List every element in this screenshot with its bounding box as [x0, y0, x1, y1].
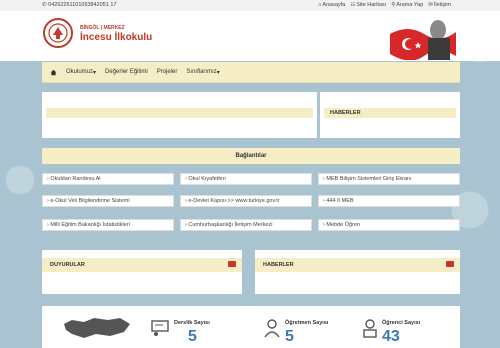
slider-area[interactable]	[42, 92, 317, 138]
nav-item-projeler[interactable]: Projeler	[157, 69, 178, 75]
site-header: BİNGÖL | MERKEZ İncesu İlkokulu	[0, 11, 500, 61]
news-panel-top: HABERLER	[320, 92, 460, 138]
nav-home-icon[interactable]	[50, 69, 57, 76]
turkey-map-icon	[64, 318, 130, 338]
home-icon: ⌂	[318, 2, 322, 8]
stat-teachers-label: Öğretmen Sayısı	[285, 320, 329, 326]
nav-item-okulumuz[interactable]: Okulumuz ▾	[66, 69, 96, 76]
teacher-icon	[264, 319, 280, 338]
student-icon	[363, 319, 377, 338]
stat-classrooms-value: 5	[188, 328, 197, 345]
announcements-panel: DUYURULAR	[42, 250, 242, 294]
sitemap-icon: ☷	[350, 2, 356, 8]
flag-portrait-image	[390, 20, 456, 60]
home-icon	[50, 69, 57, 75]
classroom-icon	[151, 320, 169, 336]
top-link-contact[interactable]: ✉ İletişim	[428, 2, 451, 8]
top-link-search[interactable]: ⚲ Arama Yap	[391, 2, 423, 8]
links-heading: Bağlantılar	[42, 148, 460, 164]
ministry-logo[interactable]	[42, 15, 74, 53]
phone-number: ✆ 04262261101053842051 17	[42, 2, 117, 8]
link-edevlet[interactable]: › e-Devlet Kapısı >> www.turkiye.gov.tr	[180, 195, 312, 207]
pin-icon	[228, 261, 236, 267]
chevron-down-icon: ▾	[216, 69, 220, 76]
link-mebde-ogren[interactable]: › Mebde Öğren	[318, 219, 460, 231]
stats-section: Derslik Sayısı 5 Öğretmen Sayısı 5 Öğren…	[42, 306, 460, 348]
chevron-down-icon: ▾	[93, 69, 97, 76]
school-name[interactable]: İncesu İlkokulu	[80, 32, 152, 43]
news-panel-top-head: HABERLER	[324, 108, 456, 118]
top-link-home[interactable]: ⌂ Anasayfa	[318, 2, 345, 8]
announcements-head: DUYURULAR	[42, 258, 242, 272]
nav-item-degerler[interactable]: Değerler Eğitimi	[105, 69, 148, 75]
stat-classrooms-label: Derslik Sayısı	[174, 320, 210, 326]
link-meb-istatistik[interactable]: › Milli Eğitim Bakanlığı İstatistikleri	[42, 219, 174, 231]
top-links: ⌂ Anasayfa ☷ Site Haritası ⚲ Arama Yap ✉ İle…	[318, 2, 451, 8]
school-location: BİNGÖL | MERKEZ	[80, 25, 125, 31]
link-randevu[interactable]: › Okuldan Randevu Al	[42, 173, 174, 185]
phone-text: 04262261101053842051 17	[48, 2, 117, 8]
stat-teachers-value: 5	[285, 328, 294, 345]
news-panel-bottom: HABERLER	[255, 250, 460, 294]
link-cimer[interactable]: › Cumhurbaşkanlığı İletişim Merkezi	[180, 219, 312, 231]
news-bottom-head: HABERLER	[255, 258, 460, 272]
top-link-sitemap[interactable]: ☷ Site Haritası	[350, 2, 386, 8]
main-navbar: Okulumuz ▾ Değerler Eğitimi Projeler Sını…	[42, 62, 460, 83]
link-meb-bilisim[interactable]: › MEB Bilişim Sistemleri Giriş Ekranı	[318, 173, 460, 185]
nav-item-siniflarimiz[interactable]: Sınıflarımız ▾	[186, 69, 219, 76]
link-kiyafet[interactable]: › Okul Kıyafetleri	[180, 173, 312, 185]
slider-head	[46, 108, 313, 118]
search-icon: ⚲	[391, 2, 396, 8]
stat-students-label: Öğrenci Sayısı	[382, 320, 421, 326]
link-eokul[interactable]: › e-Okul Veli Bilgilendirme Sistemi	[42, 195, 174, 207]
stat-students-value: 43	[382, 328, 400, 345]
mail-icon: ✉	[428, 2, 433, 8]
phone-icon: ✆	[42, 2, 47, 8]
link-444meb[interactable]: › 444 0 MEB	[318, 195, 460, 207]
pin-icon	[446, 261, 454, 267]
